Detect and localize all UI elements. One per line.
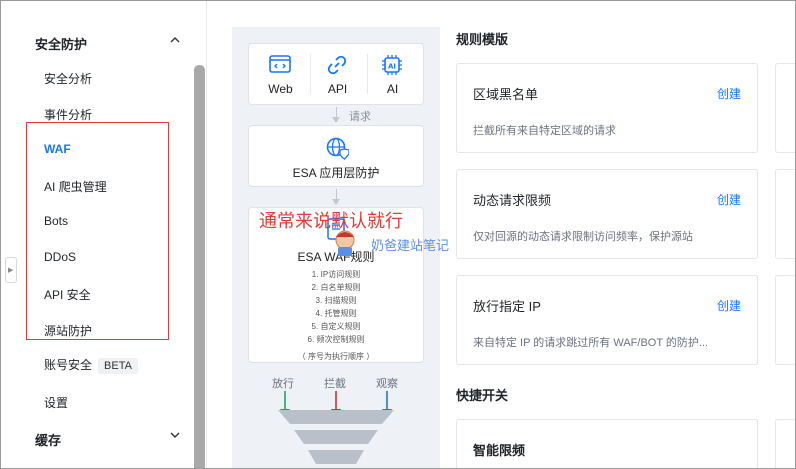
code-window-icon [269,55,291,73]
template-card-desc: 拦截所有来自特定区域的请求 [473,125,616,137]
beta-badge: BETA [98,358,138,374]
chevron-right-icon: ▶ [8,267,14,274]
request-sources-card: Web API AI AI [248,43,424,105]
waf-rule-item: 4. 托管规则 [315,309,357,318]
source-label: API [327,82,348,96]
quick-switch-card: 智能限频 [456,419,758,468]
template-card-dynamic-rate-limit: 动态请求限频 创建 仅对回源的动态请求限制访问频率，保护源站 [456,169,758,259]
source-label: AI [386,82,399,96]
rules-template-title: 规则模版 [456,32,509,47]
execution-order-note: （ 序号为执行顺序 ） [297,352,375,361]
create-button[interactable]: 创建 [717,191,741,208]
template-card-title: 动态请求限频 [473,193,552,208]
svg-text:AI: AI [388,63,396,71]
ai-chip-icon: AI [382,55,402,75]
quick-switch-title: 快捷开关 [456,388,509,403]
sidebar-item-label: 账号安全 [44,358,93,372]
template-card-desc: 来自特定 IP 的请求跳过所有 WAF/BOT 的防护... [473,337,709,349]
template-card-title: 区域黑名单 [473,87,539,102]
template-card-peek [775,169,795,259]
waf-rule-item: 5. 自定义规则 [311,322,361,331]
chevron-down-icon[interactable] [169,429,181,441]
request-label: 请求 [349,111,371,123]
sidebar-item-settings[interactable]: 设置 [44,394,68,411]
sidebar-section-cache[interactable]: 缓存 [35,430,61,449]
sidebar-item-account-security[interactable]: 账号安全 BETA [44,356,138,374]
template-card-title: 放行指定 IP [473,299,541,314]
quick-switch-card-peek [775,419,795,468]
watermark-avatar-icon [335,230,355,256]
template-card-region-blacklist: 区域黑名单 创建 拦截所有来自特定区域的请求 [456,63,758,153]
waf-rule-item: 3. 扫描规则 [315,296,357,305]
waf-rule-item: 2. 白名单规则 [311,283,361,292]
source-web: Web [253,44,308,104]
funnel-graphic [278,410,394,464]
quick-switch-card-title: 智能限频 [473,443,526,458]
waf-rule-item: 1. IP访问规则 [311,270,361,279]
link-icon [327,55,347,75]
chevron-up-icon[interactable] [169,34,181,46]
sidebar-item-security-analysis[interactable]: 安全分析 [44,70,92,87]
source-api: API [310,44,365,104]
waf-rule-item: 6. 频次控制规则 [307,335,365,344]
source-ai: AI AI [365,44,420,104]
globe-shield-icon [326,137,349,160]
collapse-sidebar-handle[interactable]: ▶ [5,257,17,283]
template-card-desc: 仅对回源的动态请求限制访问频率，保护源站 [473,231,693,243]
highlight-box [26,122,169,340]
app-layer-card: ESA 应用层防护 [248,125,424,187]
main-content: Web API AI AI 请求 ESA 应用层防护 ESA WAF规则 1. … [208,1,795,468]
waf-rule-list: 1. IP访问规则 2. 白名单规则 3. 扫描规则 4. 托管规则 5. 自定… [249,268,423,363]
watermark: 奶爸建站笔记 [325,227,475,257]
app-window: 安全防护 安全分析 事件分析 WAF AI 爬虫管理 Bots DDoS API… [0,0,796,469]
source-label: Web [268,82,293,96]
template-card-allow-ip: 放行指定 IP 创建 来自特定 IP 的请求跳过所有 WAF/BOT 的防护..… [456,275,758,365]
sidebar-section-security[interactable]: 安全防护 [35,34,87,53]
template-card-peek [775,275,795,365]
sidebar-item-event-analysis[interactable]: 事件分析 [44,106,92,123]
template-card-peek [775,63,795,153]
sidebar-scrollbar[interactable] [194,65,205,468]
watermark-text: 奶爸建站笔记 [371,238,450,253]
app-layer-label: ESA 应用层防护 [292,166,380,180]
create-button[interactable]: 创建 [717,85,741,102]
sidebar: 安全防护 安全分析 事件分析 WAF AI 爬虫管理 Bots DDoS API… [1,1,207,468]
create-button[interactable]: 创建 [717,297,741,314]
